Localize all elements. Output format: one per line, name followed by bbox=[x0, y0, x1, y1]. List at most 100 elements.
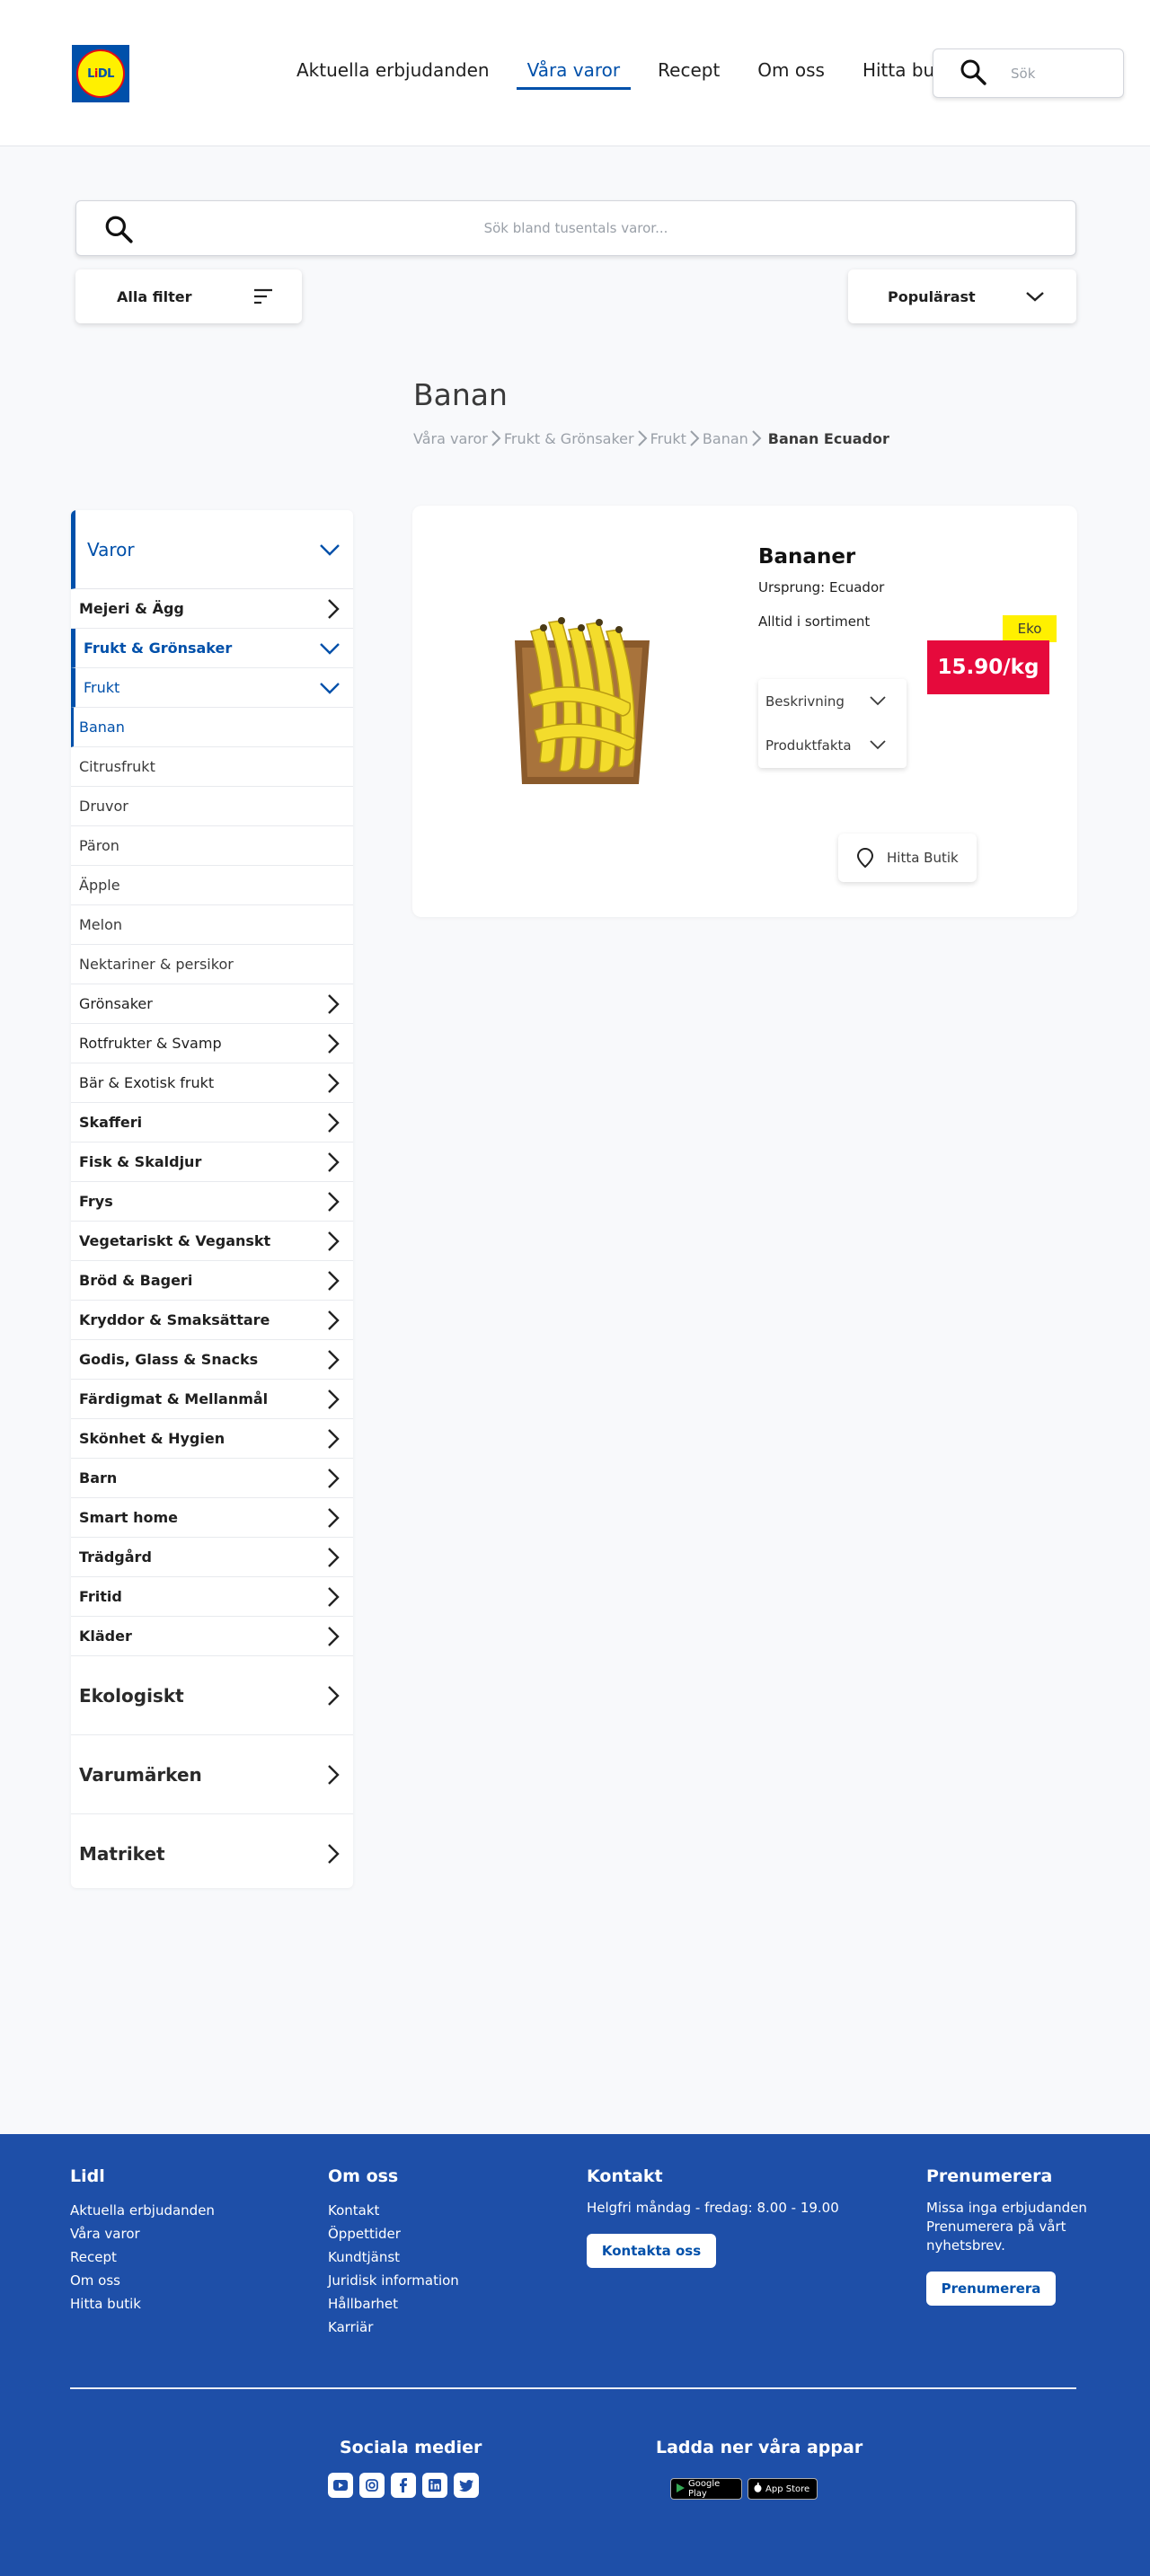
sidebar-item-label: Mejeri & Ägg bbox=[79, 600, 184, 617]
chevron-right-icon bbox=[326, 1310, 341, 1331]
product-search-input[interactable]: Sök bland tusentals varor... bbox=[75, 200, 1076, 256]
sidebar-item-frukt[interactable]: Frukt bbox=[71, 668, 353, 708]
footer-opening-hours: Helgfri måndag - fredag: 8.00 - 19.00 bbox=[587, 2200, 839, 2216]
nav-recept[interactable]: Recept bbox=[647, 59, 730, 90]
sidebar-item-skafferi[interactable]: Skafferi bbox=[71, 1103, 353, 1142]
sidebar-item-fardigmat-mellanmal[interactable]: Färdigmat & Mellanmål bbox=[71, 1380, 353, 1419]
header-search-input[interactable]: Sök bbox=[933, 49, 1124, 98]
sidebar-item-citrusfrukt[interactable]: Citrusfrukt bbox=[71, 747, 353, 787]
sidebar-item-barn[interactable]: Barn bbox=[71, 1459, 353, 1498]
sidebar-item-frukt-gronsaker[interactable]: Frukt & Grönsaker bbox=[71, 629, 353, 668]
sidebar-item-apple[interactable]: Äpple bbox=[71, 866, 353, 905]
sidebar-section-label: Matriket bbox=[79, 1842, 165, 1865]
footer-link[interactable]: Våra varor bbox=[70, 2222, 215, 2245]
footer-newsletter-text: Missa inga erbjudanden Prenumerera på vå… bbox=[926, 2200, 1087, 2254]
footer-link[interactable]: Öppettider bbox=[328, 2222, 459, 2245]
sidebar-item-banan[interactable]: Banan bbox=[71, 708, 353, 747]
nav-om-oss[interactable]: Om oss bbox=[747, 59, 836, 90]
eko-badge: Eko bbox=[1003, 615, 1057, 642]
find-store-label: Hitta Butik bbox=[887, 850, 959, 866]
sidebar-item-paron[interactable]: Päron bbox=[71, 826, 353, 866]
lidl-logo[interactable]: Li DL bbox=[72, 45, 129, 102]
sidebar-item-skonhet-hygien[interactable]: Skönhet & Hygien bbox=[71, 1419, 353, 1459]
breadcrumb-link[interactable]: Frukt & Grönsaker bbox=[504, 430, 634, 447]
sidebar-item-kryddor-smaksattare[interactable]: Kryddor & Smaksättare bbox=[71, 1301, 353, 1340]
sidebar-item-label: Bröd & Bageri bbox=[79, 1272, 193, 1289]
sidebar-item-mejeri-agg[interactable]: Mejeri & Ägg bbox=[71, 589, 353, 629]
footer-link[interactable]: Recept bbox=[70, 2245, 215, 2269]
sidebar-item-nektariner-persikor[interactable]: Nektariner & persikor bbox=[71, 945, 353, 984]
app-store-badge[interactable]: App Store bbox=[748, 2478, 818, 2500]
chevron-right-icon bbox=[326, 1764, 341, 1786]
linkedin-icon[interactable] bbox=[422, 2473, 447, 2498]
logo-mark: Li DL bbox=[76, 49, 125, 98]
main-nav: Aktuella erbjudanden Våra varor Recept O… bbox=[286, 59, 984, 90]
sidebar-section-varumarken[interactable]: Varumärken bbox=[71, 1735, 353, 1814]
breadcrumb-link[interactable]: Frukt bbox=[650, 430, 686, 447]
find-store-button[interactable]: Hitta Butik bbox=[838, 834, 977, 882]
footer-link[interactable]: Juridisk information bbox=[328, 2269, 459, 2292]
chevron-right-icon bbox=[326, 1033, 341, 1054]
nav-aktuella-erbjudanden[interactable]: Aktuella erbjudanden bbox=[286, 59, 500, 90]
sidebar-item-bar-exotisk-frukt[interactable]: Bär & Exotisk frukt bbox=[71, 1063, 353, 1103]
footer-link[interactable]: Om oss bbox=[70, 2269, 215, 2292]
sort-dropdown[interactable]: Populärast bbox=[848, 269, 1076, 323]
sidebar-section-label: Varumärken bbox=[79, 1763, 202, 1786]
sidebar-item-fritid[interactable]: Fritid bbox=[71, 1577, 353, 1617]
sidebar-section-matriket[interactable]: Matriket bbox=[71, 1814, 353, 1888]
site-header: Li DL Aktuella erbjudanden Våra varor Rec… bbox=[0, 0, 1150, 146]
footer-link[interactable]: Karriär bbox=[328, 2316, 459, 2339]
sidebar-item-rotfrukter-svamp[interactable]: Rotfrukter & Svamp bbox=[71, 1024, 353, 1063]
chevron-right-icon bbox=[326, 1072, 341, 1094]
category-sidebar: Varor Mejeri & Ägg Frukt & Grönsaker Fru… bbox=[71, 510, 353, 1888]
accordion-produktfakta[interactable]: Produktfakta bbox=[758, 723, 907, 767]
chevron-right-icon bbox=[326, 598, 341, 620]
sidebar-item-klader[interactable]: Kläder bbox=[71, 1617, 353, 1656]
google-play-badge[interactable]: Google Play bbox=[670, 2478, 742, 2500]
breadcrumb-link[interactable]: Våra varor bbox=[413, 430, 488, 447]
facebook-icon[interactable] bbox=[391, 2473, 416, 2498]
subscribe-button[interactable]: Prenumerera bbox=[926, 2272, 1056, 2306]
chevron-right-icon bbox=[326, 1626, 341, 1647]
sidebar-item-frys[interactable]: Frys bbox=[71, 1182, 353, 1222]
footer-link[interactable]: Hitta butik bbox=[70, 2292, 215, 2316]
sidebar-item-vegetariskt-veganskt[interactable]: Vegetariskt & Veganskt bbox=[71, 1222, 353, 1261]
sidebar-item-tradgard[interactable]: Trädgård bbox=[71, 1538, 353, 1577]
contact-us-button[interactable]: Kontakta oss bbox=[587, 2234, 716, 2268]
sidebar-item-label: Grönsaker bbox=[79, 995, 153, 1012]
sidebar-item-label: Nektariner & persikor bbox=[79, 956, 234, 973]
filter-label: Alla filter bbox=[117, 287, 192, 305]
sidebar-item-label: Frukt bbox=[84, 679, 120, 696]
instagram-icon[interactable] bbox=[359, 2473, 385, 2498]
sidebar-heading-varor[interactable]: Varor bbox=[71, 510, 353, 589]
accordion-label: Beskrivning bbox=[765, 693, 845, 710]
sidebar-item-fisk-skaldjur[interactable]: Fisk & Skaldjur bbox=[71, 1142, 353, 1182]
footer-link[interactable]: Kundtjänst bbox=[328, 2245, 459, 2269]
twitter-icon[interactable] bbox=[454, 2473, 479, 2498]
sidebar-item-label: Druvor bbox=[79, 798, 128, 815]
sidebar-section-ekologiskt[interactable]: Ekologiskt bbox=[71, 1656, 353, 1735]
sidebar-item-label: Päron bbox=[79, 837, 119, 854]
sidebar-item-melon[interactable]: Melon bbox=[71, 905, 353, 945]
all-filters-button[interactable]: Alla filter bbox=[75, 269, 302, 323]
sidebar-item-smart-home[interactable]: Smart home bbox=[71, 1498, 353, 1538]
chevron-right-icon bbox=[326, 1685, 341, 1707]
accordion-beskrivning[interactable]: Beskrivning bbox=[758, 679, 907, 723]
product-search-placeholder: Sök bland tusentals varor... bbox=[483, 220, 668, 236]
sidebar-item-gronsaker[interactable]: Grönsaker bbox=[71, 984, 353, 1024]
sidebar-item-brod-bageri[interactable]: Bröd & Bageri bbox=[71, 1261, 353, 1301]
youtube-icon[interactable] bbox=[328, 2473, 353, 2498]
sidebar-item-godis-glass-snacks[interactable]: Godis, Glass & Snacks bbox=[71, 1340, 353, 1380]
nav-vara-varor[interactable]: Våra varor bbox=[516, 59, 632, 90]
footer-link[interactable]: Hållbarhet bbox=[328, 2292, 459, 2316]
footer-link[interactable]: Aktuella erbjudanden bbox=[70, 2199, 215, 2222]
sidebar-item-label: Barn bbox=[79, 1469, 118, 1486]
location-pin-icon bbox=[856, 847, 874, 872]
footer-link[interactable]: Kontakt bbox=[328, 2199, 459, 2222]
footer-col-lidl: Lidl Aktuella erbjudanden Våra varor Rec… bbox=[70, 2166, 215, 2316]
footer-col-kontakt: Kontakt Helgfri måndag - fredag: 8.00 - … bbox=[587, 2166, 856, 2268]
sidebar-item-label: Skafferi bbox=[79, 1114, 143, 1131]
sidebar-item-druvor[interactable]: Druvor bbox=[71, 787, 353, 826]
page-title: Banan bbox=[413, 377, 508, 412]
breadcrumb-link[interactable]: Banan bbox=[703, 430, 748, 447]
